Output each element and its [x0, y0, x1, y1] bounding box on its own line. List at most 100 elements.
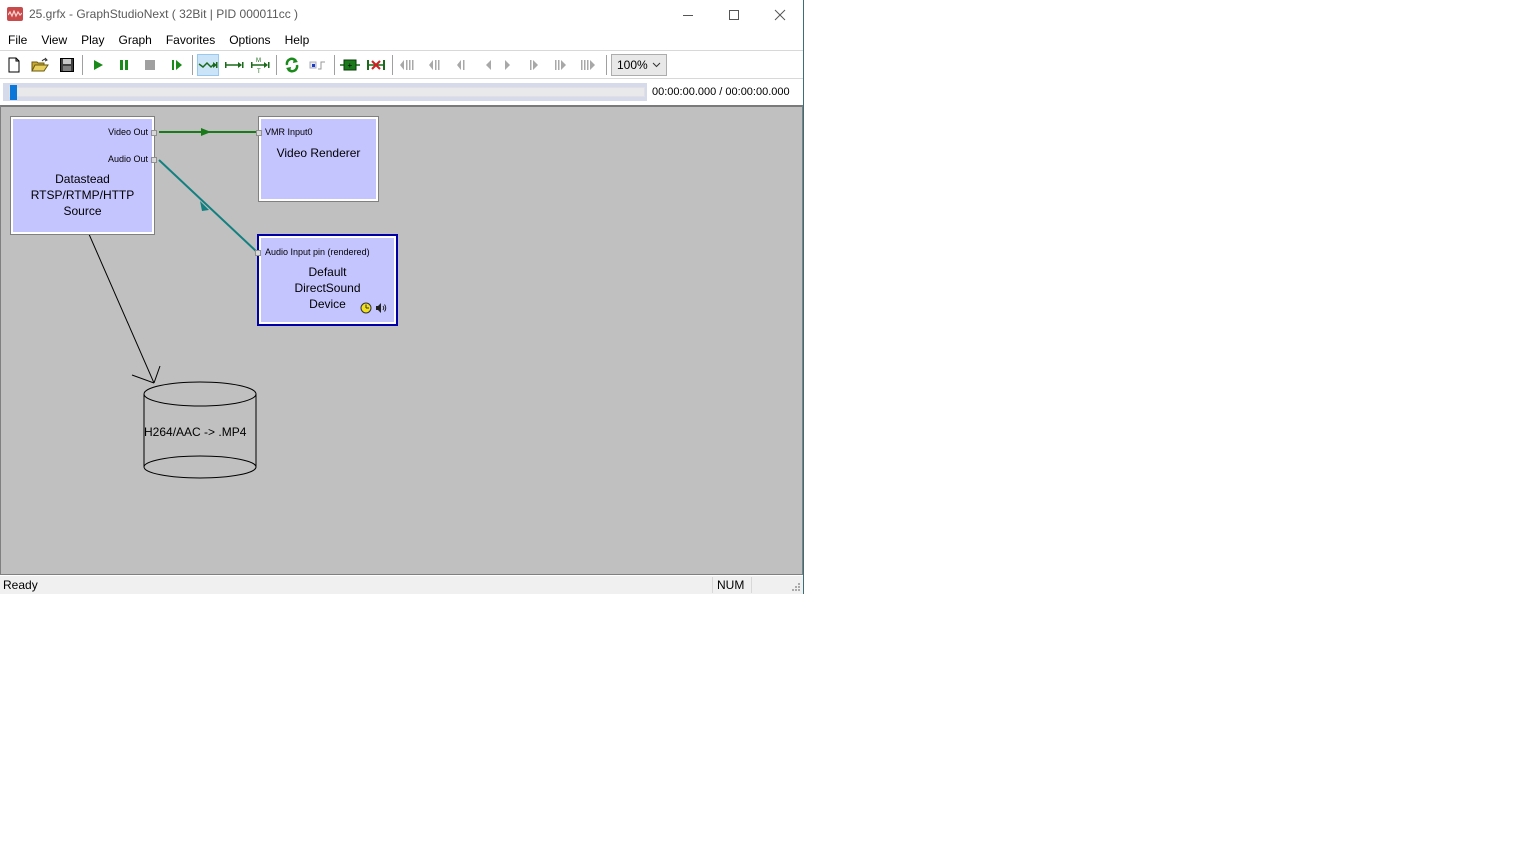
zoom-level-value: 100%	[617, 58, 648, 72]
save-graph-button[interactable]	[56, 54, 78, 76]
pin-label-video-out: Video Out	[108, 127, 148, 137]
graphstudio-app-icon	[7, 7, 23, 21]
pin-audio-input[interactable]	[255, 250, 261, 256]
pin-label-audio-out: Audio Out	[107, 154, 148, 164]
pin-audio-out[interactable]	[151, 157, 157, 163]
status-num: NUM	[712, 577, 750, 593]
insert-filter-icon: +	[340, 59, 360, 71]
pin-video-out[interactable]	[151, 130, 157, 136]
time-display: 00:00:00.000 / 00:00:00.000	[652, 86, 790, 98]
svg-text:M: M	[256, 58, 261, 64]
menu-view[interactable]: View	[34, 30, 74, 50]
menu-favorites[interactable]: Favorites	[159, 30, 222, 50]
clock-sync-icon	[309, 61, 325, 70]
menu-file[interactable]: File	[1, 30, 34, 50]
open-graph-button[interactable]	[29, 54, 51, 76]
svg-text:+: +	[348, 61, 353, 70]
seek-back-button[interactable]	[451, 54, 473, 76]
seek-start-button[interactable]	[397, 54, 419, 76]
svg-text:T: T	[257, 69, 261, 74]
connection-audio[interactable]	[158, 159, 259, 254]
filter-name-line: Datastead	[55, 172, 110, 186]
intelligent-connect-icon: MT	[251, 58, 270, 74]
filter-name-line: Default	[308, 265, 347, 279]
filter-source-name: Datastead RTSP/RTMP/HTTP Source	[13, 171, 152, 219]
direct-connect-button[interactable]	[223, 54, 245, 76]
remove-filter-button[interactable]	[365, 54, 387, 76]
seek-back-large-button[interactable]	[424, 54, 446, 76]
clock-icon	[360, 302, 372, 314]
toolbar-separator	[392, 55, 393, 75]
seek-row: 00:00:00.000 / 00:00:00.000	[0, 78, 803, 105]
seek-thumb[interactable]	[10, 85, 17, 100]
app-window: 25.grfx - GraphStudioNext ( 32Bit | PID …	[0, 0, 804, 594]
window-title: 25.grfx - GraphStudioNext ( 32Bit | PID …	[29, 7, 299, 21]
refresh-icon	[285, 57, 299, 73]
menu-bar: File View Play Graph Favorites Options H…	[0, 30, 803, 50]
smart-connect-button[interactable]	[197, 54, 219, 76]
filter-source[interactable]: Video Out Audio Out Datastead RTSP/RTMP/…	[10, 116, 157, 235]
close-icon	[774, 9, 786, 21]
seek-bar[interactable]	[3, 83, 647, 101]
step-frame-button[interactable]	[166, 54, 188, 76]
seek-forward-icon	[530, 60, 538, 70]
new-file-icon	[8, 57, 20, 73]
new-graph-button[interactable]	[3, 54, 25, 76]
step-icon	[172, 60, 182, 70]
filter-video-renderer-name: Video Renderer	[261, 145, 376, 161]
pin-vmr-input0[interactable]	[256, 130, 262, 136]
close-button[interactable]	[757, 0, 803, 30]
resize-grip-icon[interactable]	[791, 582, 801, 592]
menu-options[interactable]: Options	[222, 30, 277, 50]
toolbar-separator	[606, 55, 607, 75]
sink-label: H264/AAC -> .MP4	[144, 425, 247, 439]
intelligent-connect-button[interactable]: MT	[249, 54, 271, 76]
connection-sink[interactable]	[84, 224, 155, 384]
pause-button[interactable]	[113, 54, 135, 76]
seek-start-icon	[400, 60, 414, 70]
connection-sink-arrowhead	[153, 365, 161, 384]
seek-forward-button[interactable]	[523, 54, 545, 76]
filter-name-line: DirectSound	[294, 281, 361, 295]
minimize-icon	[683, 15, 693, 16]
clock-sync-button[interactable]	[307, 54, 329, 76]
toolbar-separator	[276, 55, 277, 75]
status-bar: Ready NUM	[0, 576, 803, 594]
seek-forward-large-button[interactable]	[550, 54, 572, 76]
menu-help[interactable]: Help	[278, 30, 317, 50]
toolbar-separator	[82, 55, 83, 75]
seek-track	[9, 87, 645, 97]
filter-video-renderer[interactable]: VMR Input0 Video Renderer	[256, 116, 379, 202]
speaker-icon	[376, 303, 387, 313]
refresh-button[interactable]	[281, 54, 303, 76]
seek-back-large-icon	[429, 60, 440, 70]
title-bar[interactable]: 25.grfx - GraphStudioNext ( 32Bit | PID …	[0, 0, 803, 30]
frame-forward-button[interactable]	[496, 54, 518, 76]
filter-directsound[interactable]: Audio Input pin (rendered) Default Direc…	[255, 234, 398, 326]
seek-end-button[interactable]	[578, 54, 600, 76]
filter-name-line: RTSP/RTMP/HTTP	[30, 188, 135, 202]
frame-forward-icon	[505, 60, 510, 70]
maximize-button[interactable]	[711, 0, 757, 30]
play-icon	[94, 60, 103, 70]
status-text: Ready	[3, 578, 38, 592]
stop-button[interactable]	[139, 54, 161, 76]
menu-graph[interactable]: Graph	[111, 30, 158, 50]
connection-video-arrow	[201, 128, 211, 136]
play-button[interactable]	[87, 54, 109, 76]
seek-end-icon	[581, 60, 595, 70]
insert-filter-button[interactable]: +	[339, 54, 361, 76]
menu-play[interactable]: Play	[74, 30, 111, 50]
minimize-button[interactable]	[665, 0, 711, 30]
chevron-down-icon	[652, 62, 661, 68]
open-folder-icon	[31, 57, 49, 72]
smart-connect-icon	[198, 61, 218, 69]
seek-back-icon	[457, 60, 465, 70]
maximize-icon	[729, 10, 739, 20]
zoom-level-dropdown[interactable]: 100%	[611, 54, 667, 76]
frame-back-icon	[486, 60, 491, 70]
filter-name-line: Video Renderer	[276, 146, 361, 160]
pin-label-audio-input: Audio Input pin (rendered)	[265, 247, 370, 257]
graph-canvas[interactable]: Video Out Audio Out Datastead RTSP/RTMP/…	[0, 105, 803, 575]
toolbar-separator	[334, 55, 335, 75]
